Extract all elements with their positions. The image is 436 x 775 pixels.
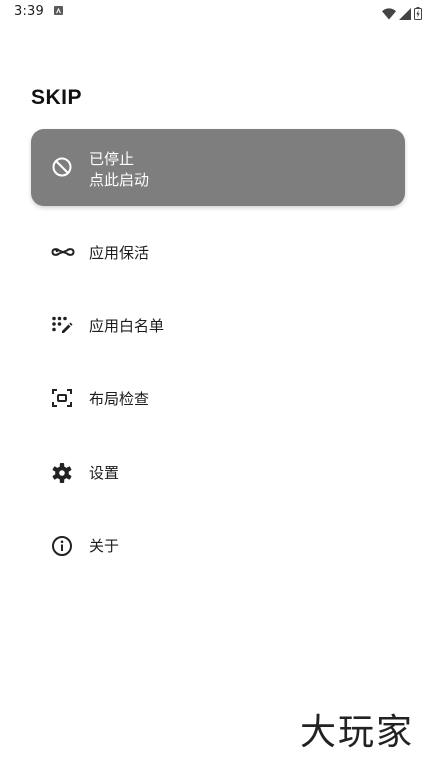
menu-label: 应用白名单	[89, 317, 165, 335]
signal-icon	[399, 5, 411, 24]
wifi-icon	[382, 5, 396, 24]
infinity-icon	[51, 242, 75, 262]
menu-item-keep-alive[interactable]: 应用保活	[31, 227, 405, 277]
status-text: 已停止	[89, 150, 135, 168]
page-title: SKIP	[31, 86, 83, 109]
dots-edit-icon	[51, 315, 73, 335]
info-icon	[51, 535, 73, 556]
menu-item-layout-inspect[interactable]: 布局检查	[31, 373, 405, 423]
menu-item-about[interactable]: 关于	[31, 520, 405, 570]
status-icons	[382, 5, 422, 24]
watermark-text: 大玩家	[299, 712, 414, 753]
menu-item-settings[interactable]: 设置	[31, 447, 405, 497]
gear-icon	[51, 462, 73, 483]
notification-a-icon	[54, 6, 63, 15]
status-time: 3:39	[14, 4, 44, 19]
status-bar: 3:39	[0, 0, 436, 26]
block-icon	[51, 156, 73, 178]
menu-item-app-whitelist[interactable]: 应用白名单	[31, 300, 405, 350]
status-hint: 点此启动	[89, 171, 150, 189]
menu-label: 关于	[89, 537, 120, 555]
menu-label: 应用保活	[89, 244, 150, 262]
service-status-card[interactable]: 已停止 点此启动	[31, 129, 405, 206]
menu-label: 设置	[89, 464, 120, 482]
app-screen: 3:39 SKIP 已停止 点此启动 应用保活 应用白名单 布局检查 设置 关于…	[0, 0, 436, 775]
center-focus-icon	[51, 388, 73, 408]
battery-icon	[414, 5, 422, 24]
menu-label: 布局检查	[89, 390, 150, 408]
